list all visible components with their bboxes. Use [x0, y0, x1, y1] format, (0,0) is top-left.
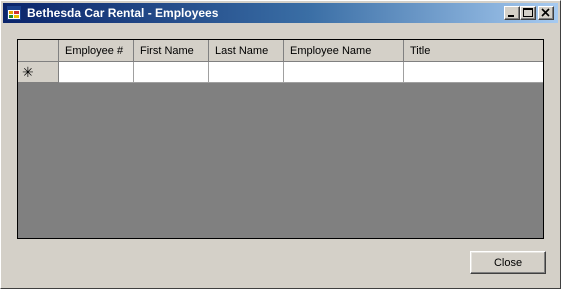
close-window-button[interactable] [538, 6, 554, 20]
maximize-icon [523, 8, 533, 17]
employees-window: Bethesda Car Rental - Employees Employee… [0, 0, 561, 289]
column-header-title[interactable]: Title [404, 40, 543, 62]
grid-header-row: Employee # First Name Last Name Employee… [18, 40, 543, 62]
close-button[interactable]: Close [470, 251, 546, 274]
column-header-employee-name[interactable]: Employee Name [284, 40, 404, 62]
column-header-first-name[interactable]: First Name [134, 40, 209, 62]
grid-corner-header[interactable] [18, 40, 59, 62]
column-header-employee-number[interactable]: Employee # [59, 40, 134, 62]
new-row-icon: ✳ [22, 64, 34, 80]
new-row-header[interactable]: ✳ [18, 62, 59, 83]
cell-title[interactable] [404, 62, 543, 83]
new-row[interactable]: ✳ [18, 62, 543, 83]
maximize-button[interactable] [520, 6, 536, 20]
minimize-button[interactable] [504, 6, 520, 20]
cell-first-name[interactable] [134, 62, 209, 83]
cell-employee-number[interactable] [59, 62, 134, 83]
title-bar[interactable]: Bethesda Car Rental - Employees [3, 3, 558, 23]
cell-employee-name[interactable] [284, 62, 404, 83]
column-header-last-name[interactable]: Last Name [209, 40, 284, 62]
close-icon [541, 8, 550, 17]
cell-last-name[interactable] [209, 62, 284, 83]
minimize-icon [508, 15, 514, 17]
employees-data-grid[interactable]: Employee # First Name Last Name Employee… [17, 39, 544, 239]
window-title: Bethesda Car Rental - Employees [27, 6, 219, 20]
app-window-icon[interactable] [7, 6, 21, 20]
